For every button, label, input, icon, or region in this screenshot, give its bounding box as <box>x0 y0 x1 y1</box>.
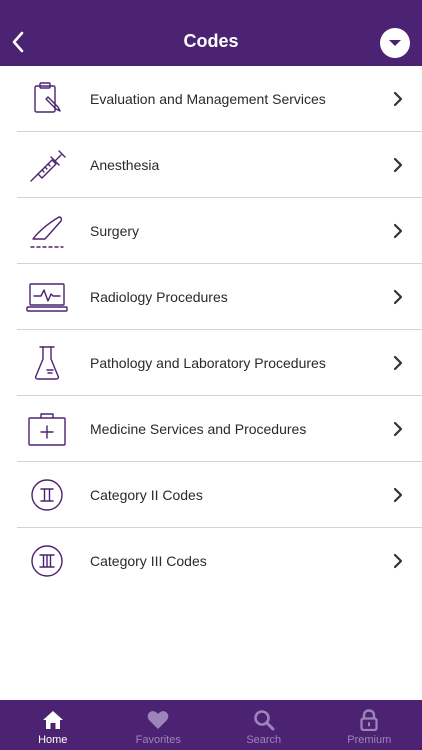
page-title: Codes <box>183 31 239 51</box>
chevron-right-icon <box>393 421 403 437</box>
list-item-label: Category III Codes <box>90 553 207 569</box>
clipboard-pen-icon <box>22 79 72 119</box>
chevron-right-icon <box>393 553 403 569</box>
list-item-evaluation-management[interactable]: Evaluation and Management Services <box>0 66 422 132</box>
list-item-category-ii[interactable]: Category II Codes <box>0 462 422 528</box>
chevron-right-icon <box>393 289 403 305</box>
chevron-right-icon <box>393 355 403 371</box>
monitor-pulse-icon <box>22 277 72 317</box>
tab-favorites[interactable]: Favorites <box>106 700 212 750</box>
bottom-tab-bar: Home Favorites Search Premium <box>0 700 422 750</box>
list-item-label: Pathology and Laboratory Procedures <box>90 355 326 371</box>
list-item-label: Medicine Services and Procedures <box>90 421 307 437</box>
medical-kit-icon <box>22 409 72 449</box>
chevron-right-icon <box>393 487 403 503</box>
list-item-label: Anesthesia <box>90 157 160 173</box>
chevron-right-icon <box>393 223 403 239</box>
home-icon <box>41 709 65 731</box>
search-icon <box>252 709 276 731</box>
chevron-right-icon <box>393 157 403 173</box>
list-item-radiology[interactable]: Radiology Procedures <box>0 264 422 330</box>
roman-three-icon <box>22 541 72 581</box>
tab-home[interactable]: Home <box>0 700 106 750</box>
tab-premium[interactable]: Premium <box>317 700 422 750</box>
tab-label: Search <box>246 734 282 746</box>
list-item-label: Surgery <box>90 223 140 239</box>
list-item-medicine[interactable]: Medicine Services and Procedures <box>0 396 422 462</box>
syringe-icon <box>22 145 72 185</box>
list-item-category-iii[interactable]: Category III Codes <box>0 528 422 594</box>
roman-two-icon <box>22 475 72 515</box>
tab-label: Home <box>38 734 68 746</box>
tab-search[interactable]: Search <box>211 700 317 750</box>
list-item-label: Category II Codes <box>90 487 203 503</box>
list-item-label: Radiology Procedures <box>90 289 228 305</box>
list-item-anesthesia[interactable]: Anesthesia <box>0 132 422 198</box>
chevron-down-circle-icon <box>389 40 401 46</box>
list-item-label: Evaluation and Management Services <box>90 91 326 107</box>
tab-label: Favorites <box>135 734 181 746</box>
list-item-pathology[interactable]: Pathology and Laboratory Procedures <box>0 330 422 396</box>
heart-icon <box>146 709 170 731</box>
options-dropdown-button[interactable] <box>380 28 410 58</box>
lock-icon <box>357 709 381 731</box>
chevron-right-icon <box>393 91 403 107</box>
flask-icon <box>22 343 72 383</box>
tab-label: Premium <box>347 734 392 746</box>
codes-list: Evaluation and Management Services Anest… <box>0 66 422 594</box>
scalpel-icon <box>22 211 72 251</box>
list-item-surgery[interactable]: Surgery <box>0 198 422 264</box>
app-header: Codes <box>0 0 422 66</box>
